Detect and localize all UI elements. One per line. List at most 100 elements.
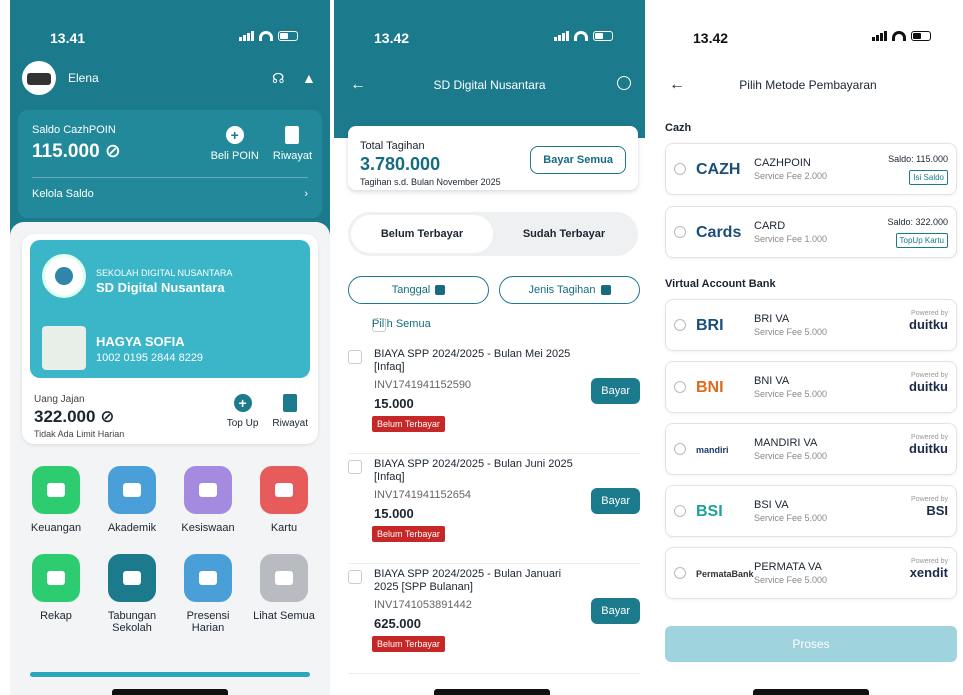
avatar[interactable] [22, 61, 56, 95]
menu-item[interactable]: Lihat Semua [246, 554, 322, 634]
checkbox[interactable] [348, 570, 362, 584]
checkbox[interactable] [372, 318, 386, 332]
menu-item[interactable]: Tabungan Sekolah [94, 554, 170, 634]
radio-button[interactable] [674, 505, 686, 517]
bayar-button[interactable]: Bayar [591, 378, 640, 404]
status-badge: Belum Terbayar [372, 636, 445, 652]
plus-icon: + [233, 394, 252, 412]
proses-button[interactable]: Proses [665, 626, 957, 662]
wifi-icon [574, 31, 588, 41]
tagihan-title: BIAYA SPP 2024/2025 - Bulan Mei 2025 [In… [374, 348, 571, 374]
topup-tag[interactable]: TopUp Kartu [895, 233, 948, 248]
clock-icon[interactable] [617, 76, 631, 90]
payment-method-option[interactable]: mandiri MANDIRI VA Service Fee 5.000 Powere… [665, 423, 957, 475]
riwayat-button[interactable]: Riwayat [273, 126, 312, 162]
tagihan-amount: 625.000 [374, 616, 421, 631]
riwayat-jajan-button[interactable]: Riwayat [272, 394, 308, 429]
filter-row: Tanggal Jenis Tagihan [348, 276, 640, 304]
service-fee: Service Fee 5.000 [754, 575, 828, 585]
tab-belum-terbayar[interactable]: Belum Terbayar [351, 215, 493, 253]
menu-icon [32, 466, 80, 514]
payment-method-option[interactable]: BSI BSI VA Service Fee 5.000 Powered by BSI [665, 485, 957, 537]
radio-button[interactable] [674, 226, 686, 238]
method-name: BSI VA [754, 499, 789, 511]
method-name: CARD [754, 220, 786, 232]
signal-icon [872, 31, 887, 41]
tab-sudah-terbayar[interactable]: Sudah Terbayar [493, 215, 635, 253]
powered-by: Powered by [911, 310, 948, 317]
menu-icon [184, 554, 232, 602]
filter-tanggal-button[interactable]: Tanggal [348, 276, 489, 304]
radio-button[interactable] [674, 319, 686, 331]
bank-logo: BSI [696, 503, 723, 520]
section-cazh: Cazh [665, 122, 692, 134]
menu-item[interactable]: Presensi Harian [170, 554, 246, 634]
school-subtitle: SEKOLAH DIGITAL NUSANTARA [96, 268, 233, 278]
service-fee: Service Fee 2.000 [754, 171, 828, 181]
service-fee: Service Fee 5.000 [754, 451, 828, 461]
bank-logo: CAZH [696, 161, 741, 178]
checkbox[interactable] [348, 460, 362, 474]
menu-item[interactable]: Kartu [246, 466, 322, 534]
provider-brand: BSI [926, 503, 948, 518]
student-name: HAGYA SOFIA [96, 334, 185, 349]
headset-icon[interactable]: ☊ [272, 70, 288, 86]
student-id-card[interactable]: SEKOLAH DIGITAL NUSANTARA SD Digital Nusa… [30, 240, 310, 378]
kelola-saldo-row[interactable]: Kelola Saldo › [32, 188, 308, 200]
radio-button[interactable] [674, 567, 686, 579]
menu-icon [108, 466, 156, 514]
receipt-icon [285, 126, 300, 144]
bayar-semua-button[interactable]: Bayar Semua [530, 146, 626, 174]
payment-screen: 13.42 ← Pilih Metode Pembayaran Cazh Vir… [653, 0, 963, 695]
tagihan-title: BIAYA SPP 2024/2025 - Bulan Juni 2025 [I… [374, 458, 573, 484]
student-card: SEKOLAH DIGITAL NUSANTARA SD Digital Nusa… [22, 234, 318, 444]
invoice-number: INV1741941152590 [374, 379, 472, 391]
page-title: Pilih Metode Pembayaran [739, 78, 877, 92]
tagihan-title: BIAYA SPP 2024/2025 - Bulan Januari 2025… [374, 568, 562, 594]
filter-jenis-button[interactable]: Jenis Tagihan [499, 276, 640, 304]
menu-item[interactable]: Rekap [18, 554, 94, 634]
school-name: SD Digital Nusantara [96, 280, 225, 295]
feature-menu: Keuangan Akademik Kesiswaan Kartu Rekap Tabun… [10, 444, 330, 634]
beli-poin-button[interactable]: + Beli POIN [211, 126, 259, 162]
payment-method-option[interactable]: Cards CARD Service Fee 1.000 Saldo: 322.000… [665, 206, 957, 258]
home-indicator [753, 689, 869, 695]
checkbox[interactable] [348, 350, 362, 364]
status-icons [872, 31, 931, 41]
menu-icon [184, 466, 232, 514]
top-up-button[interactable]: + Top Up [227, 394, 258, 429]
pilih-semua-row[interactable]: Pilih Semua [348, 318, 431, 332]
radio-button[interactable] [674, 381, 686, 393]
tagihan-list-item: BIAYA SPP 2024/2025 - Bulan Januari 2025… [348, 566, 640, 674]
home-screen: 13.41 Elena ☊ ▲ Saldo CazhPOIN 115.000 ⊘… [10, 0, 330, 695]
wifi-icon [892, 31, 906, 41]
menu-item[interactable]: Keuangan [18, 466, 94, 534]
tagihan-list-item: BIAYA SPP 2024/2025 - Bulan Juni 2025 [I… [348, 456, 640, 564]
status-time: 13.42 [374, 30, 410, 46]
eye-off-icon[interactable]: ⊘ [100, 407, 114, 426]
wifi-icon [259, 31, 273, 41]
invoice-number: INV1741053891442 [374, 599, 472, 611]
chevron-right-icon: › [304, 188, 308, 200]
bayar-button[interactable]: Bayar [591, 488, 640, 514]
payment-method-option[interactable]: PermataBank PERMATA VA Service Fee 5.000 Po… [665, 547, 957, 599]
radio-button[interactable] [674, 163, 686, 175]
status-icons [239, 31, 298, 41]
bell-icon[interactable]: ▲ [302, 70, 318, 86]
tagihan-screen: 13.42 ← SD Digital Nusantara Total Tagih… [334, 0, 645, 695]
menu-item[interactable]: Akademik [94, 466, 170, 534]
bayar-button[interactable]: Bayar [591, 598, 640, 624]
home-indicator [434, 689, 550, 695]
provider-brand: duitku [909, 317, 948, 332]
topup-tag[interactable]: Isi Saldo [909, 170, 948, 185]
bank-logo: BNI [696, 379, 724, 396]
payment-method-option[interactable]: BRI BRI VA Service Fee 5.000 Powered by duit… [665, 299, 957, 351]
signal-icon [239, 31, 254, 41]
page-title: SD Digital Nusantara [433, 78, 546, 92]
payment-method-option[interactable]: BNI BNI VA Service Fee 5.000 Powered by duit… [665, 361, 957, 413]
radio-button[interactable] [674, 443, 686, 455]
payment-method-option[interactable]: CAZH CAZHPOIN Service Fee 2.000 Saldo: 115.… [665, 143, 957, 195]
plus-icon: + [225, 126, 244, 144]
menu-item[interactable]: Kesiswaan [170, 466, 246, 534]
eye-off-icon[interactable]: ⊘ [105, 141, 121, 162]
